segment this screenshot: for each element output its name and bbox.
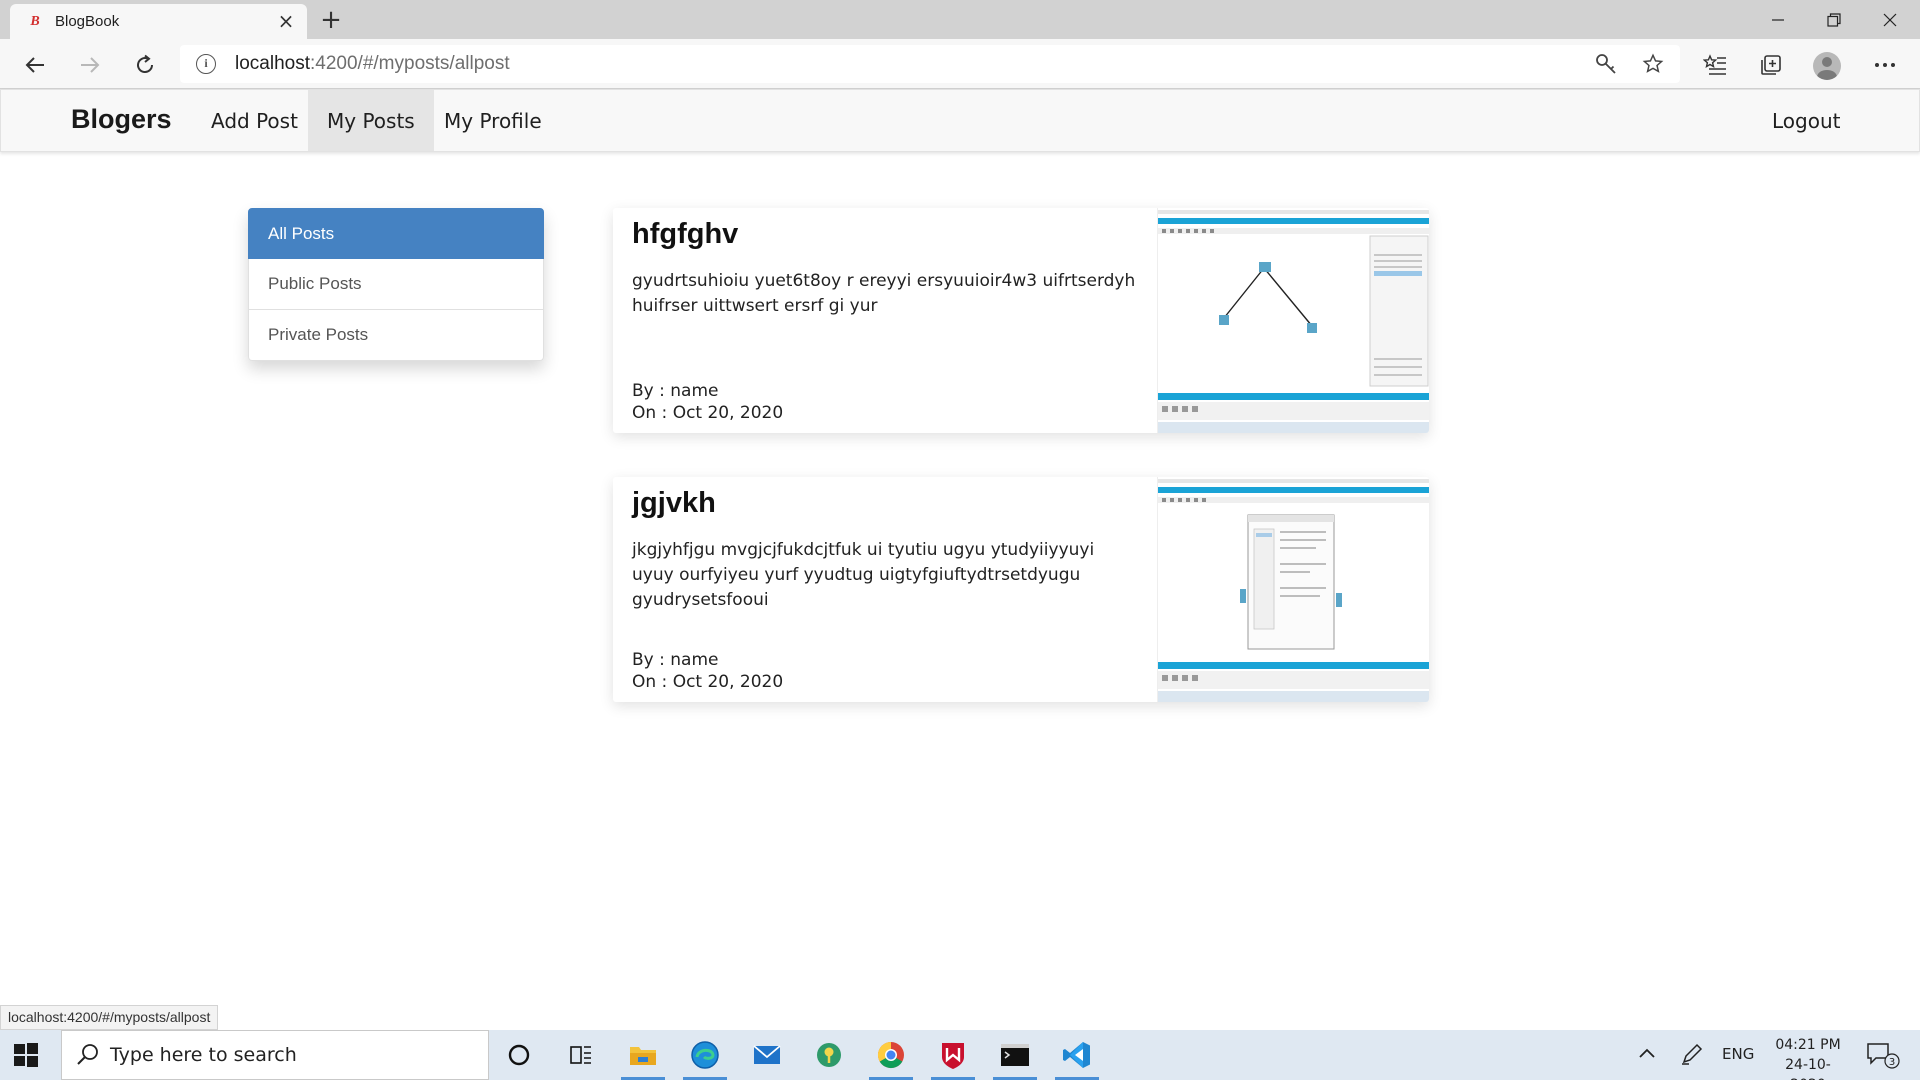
browser-tab-strip: B BlogBook × +	[0, 0, 1920, 39]
post-meta: By : name On : Oct 20, 2020	[632, 380, 783, 424]
post-card[interactable]: jgjvkh jkgjyhfjgu mvgjcjfukdcjtfuk ui ty…	[613, 477, 1429, 702]
post-title[interactable]: hfgfghv	[632, 218, 738, 251]
close-tab-icon[interactable]: ×	[275, 10, 297, 32]
site-info-icon[interactable]: i	[196, 54, 216, 74]
edge-icon[interactable]	[679, 1030, 731, 1080]
chrome-icon[interactable]	[865, 1030, 917, 1080]
post-body: gyudrtsuhioiu yuet6t8oy r ereyyi ersyuui…	[632, 271, 1136, 316]
file-explorer-icon[interactable]	[617, 1030, 669, 1080]
post-thumbnail-image[interactable]	[1157, 208, 1429, 433]
app-navbar: Blogers Add Post My Posts My Profile Log…	[0, 89, 1920, 152]
post-filter-list: All Posts Public Posts Private Posts	[248, 208, 544, 361]
refresh-button[interactable]	[127, 47, 163, 83]
nav-my-profile[interactable]: My Profile	[425, 90, 561, 151]
back-button[interactable]	[17, 47, 53, 83]
post-author: By : name	[632, 381, 719, 401]
address-bar[interactable]: i localhost:4200/#/myposts/allpost	[180, 45, 1680, 83]
post-date: On : Oct 20, 2020	[632, 672, 784, 692]
collections-icon[interactable]	[1754, 48, 1788, 82]
windows-taskbar: Type here to search ENG 04:21 PM 24-10-2…	[0, 1030, 1920, 1080]
forward-button[interactable]	[72, 47, 108, 83]
clock-time: 04:21 PM	[1775, 1037, 1841, 1053]
mail-icon[interactable]	[741, 1030, 793, 1080]
logout-link[interactable]: Logout	[1753, 90, 1859, 151]
refresh-icon	[137, 54, 154, 74]
taskbar-search-box[interactable]: Type here to search	[61, 1030, 489, 1080]
tab-title: BlogBook	[55, 13, 120, 30]
search-icon	[77, 1044, 98, 1065]
terminal-icon[interactable]	[989, 1030, 1041, 1080]
notification-center-icon[interactable]: 3	[1866, 1041, 1900, 1074]
address-bar-url[interactable]: localhost:4200/#/myposts/allpost	[235, 53, 510, 75]
post-thumbnail-image[interactable]	[1157, 477, 1429, 702]
favicon-icon: B	[30, 14, 40, 29]
close-window-button[interactable]	[1862, 0, 1918, 39]
cortana-icon[interactable]	[493, 1030, 545, 1080]
vscode-icon[interactable]	[1051, 1030, 1103, 1080]
language-indicator[interactable]: ENG	[1722, 1045, 1754, 1063]
nav-add-post[interactable]: Add Post	[192, 90, 317, 151]
clock-date: 24-10-2020	[1785, 1057, 1831, 1080]
favorite-star-icon[interactable]	[1638, 49, 1668, 79]
pen-icon[interactable]	[1680, 1042, 1704, 1071]
post-date: On : Oct 20, 2020	[632, 403, 784, 423]
maps-icon[interactable]	[803, 1030, 855, 1080]
nav-my-posts[interactable]: My Posts	[308, 90, 434, 151]
brand-logo[interactable]: Blogers	[71, 104, 172, 135]
mcafee-icon[interactable]	[927, 1030, 979, 1080]
new-tab-button[interactable]: +	[316, 5, 346, 35]
favorites-list-icon[interactable]	[1698, 48, 1732, 82]
profile-avatar[interactable]	[1813, 52, 1841, 80]
filter-all-posts[interactable]: All Posts	[248, 208, 544, 259]
windows-start-icon[interactable]	[12, 1041, 40, 1069]
more-options-icon[interactable]	[1868, 48, 1902, 82]
post-card[interactable]: hfgfghv gyudrtsuhioiu yuet6t8oy r ereyyi…	[613, 208, 1429, 433]
restore-button[interactable]	[1806, 0, 1862, 39]
status-bar-url: localhost:4200/#/myposts/allpost	[0, 1005, 219, 1030]
browser-toolbar: i localhost:4200/#/myposts/allpost	[0, 39, 1920, 89]
browser-tab[interactable]: B BlogBook ×	[10, 4, 307, 39]
post-body: jkgjyhfjgu mvgjcjfukdcjtfuk ui tyutiu ug…	[632, 540, 1095, 610]
post-author: By : name	[632, 650, 719, 670]
post-meta: By : name On : Oct 20, 2020	[632, 649, 783, 693]
key-icon[interactable]	[1591, 49, 1621, 79]
task-view-icon[interactable]	[555, 1030, 607, 1080]
forward-arrow-icon	[81, 57, 100, 73]
show-hidden-icons-chevron[interactable]	[1637, 1042, 1657, 1071]
search-placeholder: Type here to search	[110, 1044, 297, 1066]
minimize-button[interactable]	[1750, 0, 1806, 39]
system-clock[interactable]: 04:21 PM 24-10-2020	[1768, 1035, 1848, 1080]
post-title[interactable]: jgjvkh	[632, 487, 716, 520]
filter-private-posts[interactable]: Private Posts	[248, 310, 544, 361]
filter-public-posts[interactable]: Public Posts	[248, 259, 544, 310]
svg-text:3: 3	[1889, 1057, 1895, 1068]
back-arrow-icon	[25, 57, 44, 73]
